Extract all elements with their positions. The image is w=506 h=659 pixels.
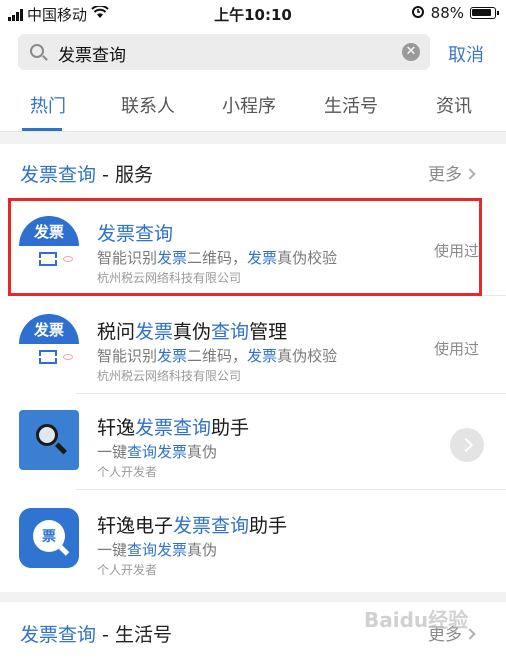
result-name: 发票查询 xyxy=(97,223,174,245)
section-gap xyxy=(0,592,506,602)
chevron-right-icon xyxy=(464,168,476,180)
result-org: 杭州税云网络科技有限公司 xyxy=(97,369,242,383)
result-item[interactable]: 发票 税问发票真伪查询管理 智能识别发票二维码，发票真伪校验 杭州税云网络科技有… xyxy=(0,298,506,394)
result-org: 个人开发者 xyxy=(97,465,158,479)
result-desc: 智能识别发票二维码，发票真伪校验 xyxy=(97,249,338,267)
section-gap xyxy=(0,132,506,144)
tab-contacts[interactable]: 联系人 xyxy=(121,92,175,118)
tab-mini-programs[interactable]: 小程序 xyxy=(222,92,276,118)
divider xyxy=(76,295,506,296)
fapiao-logo-icon: 发票 xyxy=(19,314,79,374)
services-section-title: 发票查询 - 服务 xyxy=(20,164,153,186)
services-more-link[interactable]: 更多 xyxy=(428,160,476,185)
result-item[interactable]: 发票 发票查询 智能识别发票二维码，发票真伪校验 杭州税云网络科技有限公司 使用… xyxy=(0,200,506,296)
search-query[interactable]: 发票查询 xyxy=(58,41,126,66)
tab-life-accounts[interactable]: 生活号 xyxy=(324,92,378,118)
divider xyxy=(76,489,506,490)
ticket-search-logo-icon: 票 xyxy=(19,508,79,568)
battery-percent: 88% xyxy=(430,4,464,22)
used-badge: 使用过 xyxy=(434,242,480,260)
result-desc: 智能识别发票二维码，发票真伪校验 xyxy=(97,347,338,365)
clear-icon[interactable]: ✕ xyxy=(402,43,420,61)
services-section-header: 发票查询 - 服务 更多 xyxy=(0,148,506,194)
result-name: 轩逸电子发票查询助手 xyxy=(97,515,288,537)
alarm-icon xyxy=(411,4,425,22)
result-desc: 一键查询发票真伪 xyxy=(97,443,218,461)
active-tab-indicator xyxy=(22,128,62,131)
result-item[interactable]: 轩逸发票查询助手 一键查询发票真伪 个人开发者 xyxy=(0,394,506,490)
tab-news[interactable]: 资讯 xyxy=(436,92,472,118)
result-item[interactable]: 票 轩逸电子发票查询助手 一键查询发票真伪 个人开发者 xyxy=(0,492,506,588)
category-tabs: 热门 联系人 小程序 生活号 资讯 xyxy=(0,84,506,132)
search-icon xyxy=(30,44,44,58)
result-desc: 一键查询发票真伪 xyxy=(97,541,218,559)
status-right: 88% xyxy=(411,4,499,22)
status-bar: 中国移动 上午10:10 88% xyxy=(0,0,506,28)
search-input[interactable]: 发票查询 ✕ xyxy=(18,34,430,70)
result-org: 个人开发者 xyxy=(97,563,158,577)
cancel-button[interactable]: 取消 xyxy=(448,41,484,67)
result-name: 税问发票真伪查询管理 xyxy=(97,321,288,343)
search-row: 发票查询 ✕ 取消 xyxy=(0,34,506,72)
magnifier-logo-icon xyxy=(19,410,79,470)
tab-hot[interactable]: 热门 xyxy=(30,92,66,118)
open-arrow-icon[interactable] xyxy=(450,428,484,462)
result-name: 轩逸发票查询助手 xyxy=(97,417,250,439)
life-section-title: 发票查询 - 生活号 xyxy=(20,624,172,646)
result-org: 杭州税云网络科技有限公司 xyxy=(97,271,242,285)
watermark: Baidu经验 xyxy=(364,608,469,632)
used-badge: 使用过 xyxy=(434,340,480,358)
battery-icon xyxy=(470,7,499,19)
fapiao-logo-icon: 发票 xyxy=(19,216,79,276)
